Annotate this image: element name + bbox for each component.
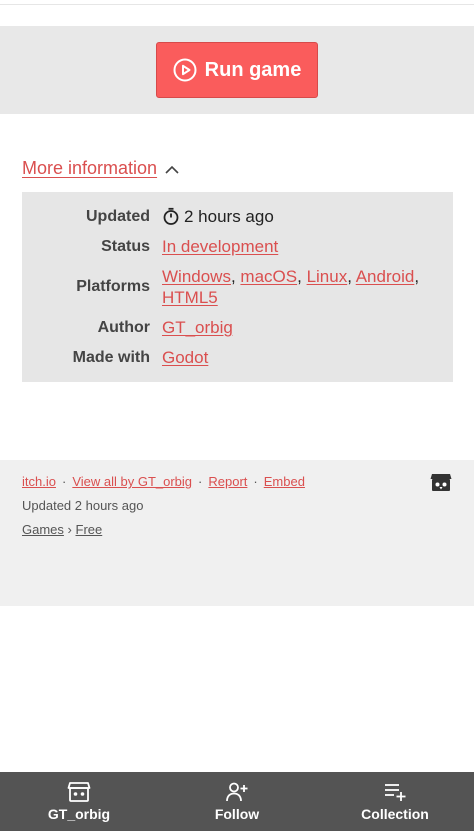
updated-text: 2 hours ago [184,207,274,226]
breadcrumb-games[interactable]: Games [22,522,64,537]
footer-link-itchio[interactable]: itch.io [22,474,56,489]
info-label-updated: Updated [86,208,150,225]
info-label-author: Author [97,319,150,336]
timer-icon [163,207,179,225]
nav-creator[interactable]: GT_orbig [0,772,158,831]
info-row-updated: Updated 2 hours ago [22,204,453,227]
game-info-table: Updated 2 hours ago Status In developmen… [22,192,453,382]
breadcrumb-free[interactable]: Free [76,522,103,537]
platform-link-macos[interactable]: macOS [240,267,297,286]
platform-link-html5[interactable]: HTML5 [162,288,218,307]
more-information-link[interactable]: More information [22,158,157,179]
footer-links: itch.io · View all by GT_orbig · Report … [22,474,452,489]
info-value-platforms: Windows, macOS, Linux, Android, HTML5 [162,267,420,307]
top-strip [0,0,474,5]
nav-creator-label: GT_orbig [47,806,111,822]
info-label-platforms: Platforms [76,278,150,295]
footer-link-view-all[interactable]: View all by GT_orbig [72,474,192,489]
footer-separator: · [198,474,203,489]
chevron-up-icon [165,165,179,174]
run-game-button[interactable]: Run game [156,42,318,98]
breadcrumb-separator: › [67,522,72,537]
info-row-status: Status In development [22,234,453,257]
info-value-updated: 2 hours ago [162,204,437,227]
itchio-logo-icon[interactable] [430,472,452,492]
add-to-list-icon [385,784,406,801]
info-row-made-with: Made with Godot [22,345,453,368]
footer-updated: Updated 2 hours ago [22,498,144,513]
info-row-platforms: Platforms Windows, macOS, Linux, Android… [22,264,453,308]
platform-link-windows[interactable]: Windows [162,267,231,286]
info-value-made-with: Godot [162,345,437,368]
add-user-icon [226,782,248,802]
footer-link-report[interactable]: Report [208,474,247,489]
nav-follow-label: Follow [214,806,260,822]
run-game-label: Run game [204,58,302,81]
info-value-status: In development [162,234,437,257]
page-footer: itch.io · View all by GT_orbig · Report … [0,460,474,606]
status-link[interactable]: In development [162,237,278,256]
breadcrumb: Games › Free [22,522,452,537]
run-game-panel: Run game [0,26,474,114]
more-information-toggle[interactable]: More information [22,158,179,179]
platform-link-android[interactable]: Android [356,267,415,286]
bottom-navigation: GT_orbig Follow Collection [0,772,474,831]
footer-separator: · [61,474,67,489]
nav-collection-label: Collection [361,806,429,822]
footer-separator: · [253,474,258,489]
play-circle-icon [173,58,197,82]
itchio-store-icon [67,782,91,802]
info-label-made-with: Made with [72,349,150,366]
nav-follow[interactable]: Follow [158,772,316,831]
author-link[interactable]: GT_orbig [162,318,233,337]
info-label-status: Status [101,238,150,255]
made-with-link[interactable]: Godot [162,348,208,367]
info-row-author: Author GT_orbig [22,315,453,338]
footer-link-embed[interactable]: Embed [264,474,305,489]
platform-link-linux[interactable]: Linux [307,267,348,286]
nav-collection[interactable]: Collection [316,772,474,831]
info-value-author: GT_orbig [162,315,437,338]
